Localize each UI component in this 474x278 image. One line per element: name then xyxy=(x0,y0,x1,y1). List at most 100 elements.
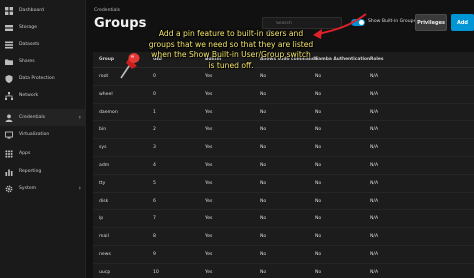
sidebar-item-credentials[interactable]: Credentials › xyxy=(0,109,86,126)
group-cell: sys xyxy=(99,145,107,151)
pushpin-icon xyxy=(120,53,140,79)
samba-cell: No xyxy=(315,180,322,186)
group-cell: wheel xyxy=(99,91,113,97)
table-row[interactable]: lp 7 Yes No No N/A xyxy=(93,210,474,229)
gid-cell: 10 xyxy=(153,269,159,275)
gid-cell: 6 xyxy=(153,198,156,204)
group-cell: bin xyxy=(99,127,107,133)
builtin-cell: Yes xyxy=(205,234,213,240)
sudo-cell: No xyxy=(260,180,267,186)
sidebar-item-shares[interactable]: Shares xyxy=(0,53,86,70)
table-row[interactable]: sys 3 Yes No No N/A xyxy=(93,139,474,157)
builtin-cell: Yes xyxy=(205,91,213,97)
table-row[interactable]: uucp 10 Yes No No N/A xyxy=(93,264,474,278)
breadcrumb[interactable]: Credentials xyxy=(94,8,120,13)
sudo-cell: No xyxy=(260,163,267,168)
gear-icon xyxy=(5,185,13,193)
samba-cell: No xyxy=(315,234,322,240)
builtin-cell: Yes xyxy=(205,180,213,186)
sidebar-item-label: Storage xyxy=(19,25,37,30)
table-row[interactable]: news 9 Yes No No N/A xyxy=(93,246,474,264)
builtin-cell: Yes xyxy=(205,252,213,257)
add-button[interactable]: Add xyxy=(451,14,474,31)
sidebar-item-datasets[interactable]: Datasets xyxy=(0,36,86,53)
sidebar-item-dashboard[interactable]: Dashboard xyxy=(0,2,86,19)
table-row[interactable]: adm 4 Yes No No N/A xyxy=(93,157,474,175)
sidebar: Dashboard Storage Datasets Shares Data P… xyxy=(0,0,86,278)
samba-cell: No xyxy=(315,198,322,204)
sidebar-item-data-protection[interactable]: Data Protection xyxy=(0,70,86,87)
group-cell: lp xyxy=(99,216,104,222)
table-row[interactable]: daemon 1 Yes No No N/A xyxy=(93,104,474,122)
sidebar-item-label: Virtualization xyxy=(19,132,50,137)
table-row[interactable]: wheel 0 Yes No No N/A xyxy=(93,86,474,104)
roles-cell: N/A xyxy=(370,163,379,168)
gid-cell: 2 xyxy=(153,127,156,133)
sudo-cell: No xyxy=(260,234,267,240)
sidebar-item-label: Shares xyxy=(19,59,35,64)
builtin-cell: Yes xyxy=(205,74,213,79)
sudo-cell: No xyxy=(260,252,267,257)
sudo-cell: No xyxy=(260,109,267,115)
gid-cell: 8 xyxy=(153,234,156,240)
virtualization-icon xyxy=(5,131,13,139)
sudo-cell: No xyxy=(260,145,267,151)
sidebar-item-system[interactable]: System › xyxy=(0,180,86,197)
builtin-cell: Yes xyxy=(205,109,213,115)
roles-cell: N/A xyxy=(370,234,379,240)
samba-cell: No xyxy=(315,145,322,151)
column-header-roles[interactable]: Roles xyxy=(370,57,384,62)
arrow-icon xyxy=(313,13,367,39)
samba-cell: No xyxy=(315,216,322,222)
roles-cell: N/A xyxy=(370,127,379,133)
builtin-cell: Yes xyxy=(205,163,213,168)
sudo-cell: No xyxy=(260,127,267,133)
column-header-group[interactable]: Group xyxy=(99,57,114,62)
samba-cell: No xyxy=(315,252,322,257)
sidebar-item-network[interactable]: Network xyxy=(0,87,86,104)
credentials-icon xyxy=(5,114,13,122)
roles-cell: N/A xyxy=(370,145,379,151)
privileges-button[interactable]: Privileges xyxy=(415,14,447,31)
network-icon xyxy=(5,91,13,100)
samba-cell: No xyxy=(315,269,322,275)
sudo-cell: No xyxy=(260,269,267,275)
builtin-cell: Yes xyxy=(205,269,213,275)
sudo-cell: No xyxy=(260,74,267,79)
sidebar-item-virtualization[interactable]: Virtualization xyxy=(0,126,86,143)
group-cell: daemon xyxy=(99,109,118,115)
reporting-icon xyxy=(5,168,13,176)
sidebar-item-label: Data Protection xyxy=(19,76,55,81)
roles-cell: N/A xyxy=(370,74,379,79)
table-row[interactable]: bin 2 Yes No No N/A xyxy=(93,121,474,140)
samba-cell: No xyxy=(315,163,322,168)
datasets-icon xyxy=(5,41,13,49)
sudo-cell: No xyxy=(260,91,267,97)
sidebar-item-label: Apps xyxy=(19,151,31,156)
table-row[interactable]: disk 6 Yes No No N/A xyxy=(93,193,474,211)
group-cell: disk xyxy=(99,198,109,204)
gid-cell: 1 xyxy=(153,109,156,115)
chevron-right-icon: › xyxy=(78,114,81,121)
table-row[interactable]: tty 5 Yes No No N/A xyxy=(93,175,474,193)
dashboard-icon xyxy=(5,6,13,15)
data-protection-icon xyxy=(5,74,13,83)
roles-cell: N/A xyxy=(370,91,379,97)
sidebar-item-label: Dashboard xyxy=(19,8,44,13)
gid-cell: 9 xyxy=(153,252,156,257)
annotation-text: Add a pin feature to built-in users and … xyxy=(148,29,314,70)
group-cell: adm xyxy=(99,163,110,168)
show-builtin-toggle-label[interactable]: Show Built-in Groups xyxy=(368,19,416,24)
table-row[interactable]: mail 8 Yes No No N/A xyxy=(93,228,474,246)
builtin-cell: Yes xyxy=(205,127,213,133)
sidebar-item-label: Datasets xyxy=(19,42,40,47)
storage-icon xyxy=(5,24,13,32)
sidebar-item-reporting[interactable]: Reporting xyxy=(0,163,86,180)
sidebar-item-apps[interactable]: Apps xyxy=(0,145,86,162)
roles-cell: N/A xyxy=(370,180,379,186)
column-header-samba[interactable]: Samba Authentication xyxy=(315,57,370,62)
sidebar-item-storage[interactable]: Storage xyxy=(0,19,86,36)
gid-cell: 0 xyxy=(153,91,156,97)
group-cell: tty xyxy=(99,180,106,186)
gid-cell: 0 xyxy=(153,74,156,79)
